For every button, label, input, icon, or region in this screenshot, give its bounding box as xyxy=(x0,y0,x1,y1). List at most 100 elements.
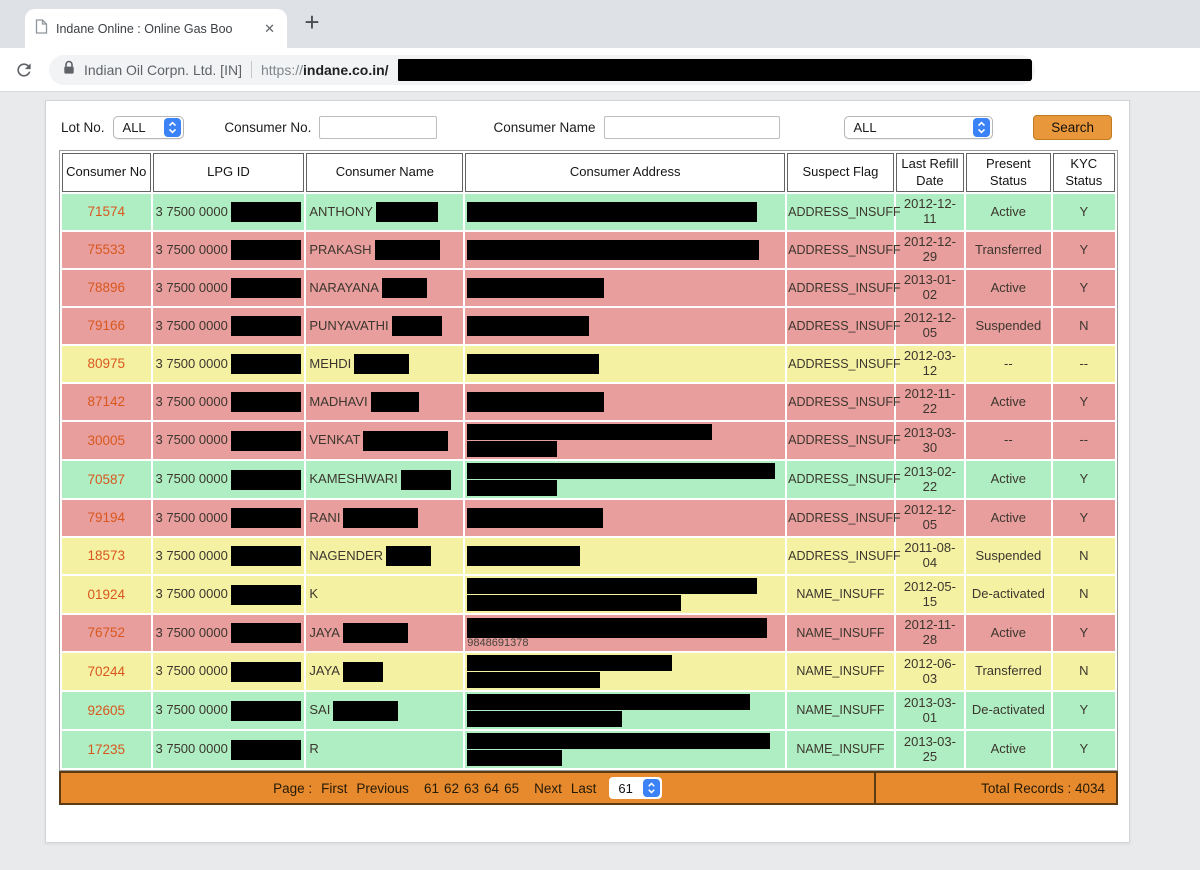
name-text: RANI xyxy=(309,509,341,525)
consumer-name-value: MEHDI xyxy=(309,354,460,374)
status-selected-value: ALL xyxy=(853,120,877,135)
tab-close-icon[interactable]: ✕ xyxy=(262,21,277,37)
page-number-link[interactable]: 62 xyxy=(444,781,459,796)
page-background: Lot No. ALL Consumer No. Consumer Name A… xyxy=(0,92,1200,843)
refill-date-cell: 2013-03-25 xyxy=(895,731,965,768)
table-row: 71574 3 7500 0000 ANTHONY ADDRESS_INSUFF 201… xyxy=(62,194,1115,230)
consumer-name-cell: SAI xyxy=(306,692,464,729)
name-redaction-bar xyxy=(333,700,399,721)
lpg-id-cell: 3 7500 0000 xyxy=(152,422,305,459)
address-redaction-bar xyxy=(467,655,673,671)
address-redaction-bar xyxy=(467,463,776,479)
tab-strip: Indane Online : Online Gas Boo ✕ + xyxy=(0,0,1200,48)
name-text: NARAYANA xyxy=(309,279,379,295)
lpg-id-cell: 3 7500 0000 xyxy=(152,308,305,344)
lpg-prefix-text: 3 7500 0000 xyxy=(155,279,228,295)
suspect-flag-cell: ADDRESS_INSUFF xyxy=(787,461,901,498)
consumer-name-value: SAI xyxy=(309,700,460,721)
address-redaction-bar xyxy=(467,240,760,260)
lpg-id-value: 3 7500 0000 xyxy=(156,392,302,412)
page-next-link[interactable]: Next xyxy=(534,781,562,796)
refill-date-cell: 2012-11-28 xyxy=(895,615,965,651)
consumer-name-value: R xyxy=(309,741,460,757)
lpg-redaction-bar xyxy=(230,739,302,760)
consumer-name-value: VENKAT xyxy=(309,430,460,451)
suspect-flag-cell: NAME_INSUFF xyxy=(787,576,894,613)
consumer-name-cell: JAYA xyxy=(306,653,464,690)
present-status-cell: Suspended xyxy=(966,308,1051,344)
search-button[interactable]: Search xyxy=(1033,115,1112,140)
new-tab-button[interactable]: + xyxy=(296,6,328,38)
reload-icon[interactable] xyxy=(12,58,36,82)
address-redaction-bar xyxy=(467,354,600,374)
present-status-cell: Active xyxy=(966,384,1051,420)
lpg-id-value: 3 7500 0000 xyxy=(156,623,302,643)
lpg-prefix-text: 3 7500 0000 xyxy=(155,547,228,563)
name-redaction-bar xyxy=(342,661,383,682)
header-last-refill-date: Last Refill Date xyxy=(895,153,965,192)
kyc-status-cell: Y xyxy=(1052,500,1115,536)
consumer-no-input[interactable] xyxy=(319,116,438,139)
page-select[interactable]: 61 xyxy=(609,777,662,799)
present-status-cell: Active xyxy=(966,615,1051,651)
consumer-name-label: Consumer Name xyxy=(493,120,596,135)
address-bar[interactable]: Indian Oil Corpn. Ltd. [IN] https://inda… xyxy=(49,54,1035,85)
lpg-prefix-text: 3 7500 0000 xyxy=(155,241,228,257)
header-suspect-flag: Suspect Flag xyxy=(787,153,894,192)
page-first-link[interactable]: First xyxy=(321,781,347,796)
refill-date-cell: 2012-03-12 xyxy=(895,346,965,382)
kyc-status-cell: N xyxy=(1052,538,1115,574)
present-status-cell: Active xyxy=(966,731,1051,768)
lpg-id-cell: 3 7500 0000 xyxy=(152,270,305,306)
suspect-flag-cell: ADDRESS_INSUFF xyxy=(787,308,901,344)
consumer-address-cell xyxy=(465,346,786,382)
page-number-link[interactable]: 65 xyxy=(504,781,519,796)
browser-tab[interactable]: Indane Online : Online Gas Boo ✕ xyxy=(25,9,287,48)
url-domain: indane xyxy=(303,61,349,78)
lpg-prefix-text: 3 7500 0000 xyxy=(155,317,228,333)
filter-bar: Lot No. ALL Consumer No. Consumer Name A… xyxy=(61,115,1112,140)
lpg-id-value: 3 7500 0000 xyxy=(156,584,302,605)
suspect-flag-cell: ADDRESS_INSUFF xyxy=(787,346,901,382)
lpg-id-cell: 3 7500 0000 xyxy=(152,731,305,768)
refill-date-cell: 2012-12-05 xyxy=(895,500,965,536)
lpg-id-cell: 3 7500 0000 xyxy=(152,576,305,613)
consumer-name-cell: PUNYAVATHI xyxy=(306,308,464,344)
lpg-id-cell: 3 7500 0000 xyxy=(152,194,305,230)
url-redaction-bar xyxy=(397,58,1032,81)
page-number-link[interactable]: 61 xyxy=(424,781,439,796)
content-panel: Lot No. ALL Consumer No. Consumer Name A… xyxy=(45,100,1130,843)
page-last-link[interactable]: Last xyxy=(571,781,597,796)
lpg-id-value: 3 7500 0000 xyxy=(156,430,302,451)
lot-no-select[interactable]: ALL xyxy=(112,116,185,139)
address-redaction-bar xyxy=(467,508,604,528)
page-number-link[interactable]: 63 xyxy=(464,781,479,796)
table-row: 70587 3 7500 0000 KAMESHWARI ADDRESS_INSUFF… xyxy=(62,461,1115,498)
lpg-prefix-text: 3 7500 0000 xyxy=(155,741,228,757)
address-redaction-bar xyxy=(467,694,751,710)
lpg-prefix-text: 3 7500 0000 xyxy=(155,509,228,525)
page-previous-link[interactable]: Previous xyxy=(356,781,409,796)
consumer-name-input[interactable] xyxy=(603,116,780,139)
lpg-id-cell: 3 7500 0000 xyxy=(152,538,305,574)
refill-date-cell: 2012-12-05 xyxy=(895,308,965,344)
kyc-status-cell: Y xyxy=(1052,731,1115,768)
consumer-no-cell: 70587 xyxy=(62,461,151,498)
refill-date-cell: 2012-12-11 xyxy=(895,194,965,230)
address-redaction-bar xyxy=(467,202,758,222)
kyc-status-cell: N xyxy=(1052,576,1115,613)
lpg-id-value: 3 7500 0000 xyxy=(156,700,302,721)
select-stepper-icon xyxy=(973,118,991,137)
consumer-name-cell: VENKAT xyxy=(306,422,464,459)
refill-date-cell: 2013-02-22 xyxy=(895,461,965,498)
consumer-name-value: NAGENDER xyxy=(309,546,460,566)
page-number-link[interactable]: 64 xyxy=(484,781,499,796)
name-redaction-bar xyxy=(391,316,442,336)
header-kyc-status: KYC Status xyxy=(1052,153,1115,192)
status-select[interactable]: ALL xyxy=(843,116,994,139)
lot-no-label: Lot No. xyxy=(61,120,105,135)
consumer-address-cell xyxy=(465,232,786,268)
name-redaction-bar xyxy=(343,508,419,528)
kyc-status-cell: Y xyxy=(1052,232,1115,268)
address-visible-text: 9848691378 xyxy=(467,637,529,649)
